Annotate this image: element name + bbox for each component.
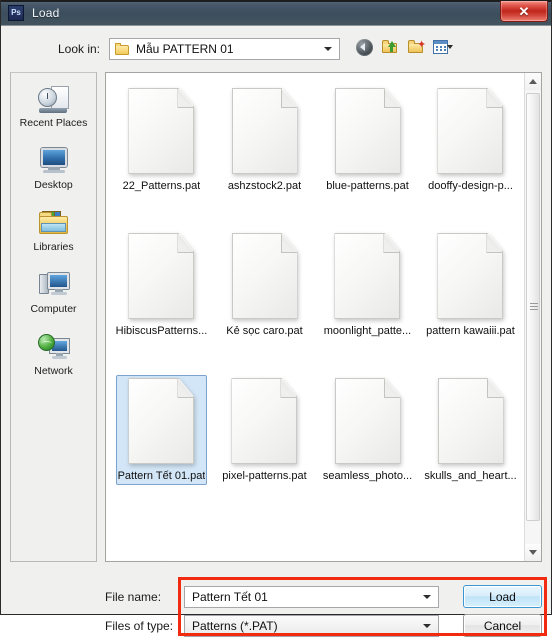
navigation-toolbar: ✦ bbox=[353, 34, 453, 58]
views-button[interactable] bbox=[431, 36, 453, 57]
back-arrow-icon bbox=[356, 38, 373, 56]
file-item-selected[interactable]: Pattern Tết 01.pat bbox=[110, 371, 213, 516]
file-name-label: HibiscusPatterns... bbox=[115, 325, 208, 337]
sidebar-item-recent-places[interactable]: Recent Places bbox=[11, 80, 96, 142]
look-in-value: Mẫu PATTERN 01 bbox=[136, 42, 234, 56]
file-name-label: Kẻ sọc caro.pat bbox=[226, 325, 303, 337]
files-of-type-value: Patterns (*.PAT) bbox=[192, 619, 278, 633]
file-name-label: ashzstock2.pat bbox=[227, 180, 302, 192]
chevron-down-icon[interactable] bbox=[423, 624, 431, 628]
document-file-icon bbox=[437, 378, 504, 464]
libraries-icon bbox=[37, 208, 71, 238]
sidebar-item-label: Recent Places bbox=[19, 117, 88, 129]
up-one-level-button[interactable] bbox=[379, 36, 400, 57]
file-name-label: skulls_and_heart... bbox=[424, 470, 517, 482]
close-icon: ✕ bbox=[518, 3, 530, 19]
file-name-label: pixel-patterns.pat bbox=[222, 470, 307, 482]
sidebar-item-libraries[interactable]: Libraries bbox=[11, 204, 96, 266]
file-name-label: Pattern Tết 01.pat bbox=[117, 470, 206, 482]
chevron-down-icon[interactable] bbox=[423, 595, 431, 599]
document-file-icon bbox=[128, 88, 195, 174]
network-icon bbox=[37, 332, 71, 362]
sidebar-item-label: Desktop bbox=[34, 179, 73, 191]
load-button[interactable]: Load bbox=[463, 585, 542, 608]
file-name-label-static: File name: bbox=[105, 590, 162, 604]
sidebar-item-label: Network bbox=[34, 365, 73, 377]
desktop-icon bbox=[37, 146, 71, 176]
file-item[interactable]: HibiscusPatterns... bbox=[110, 226, 213, 371]
back-button[interactable] bbox=[353, 36, 374, 57]
document-file-icon bbox=[437, 88, 504, 174]
file-item[interactable]: pattern kawaiii.pat bbox=[419, 226, 522, 371]
file-name-value: Pattern Tết 01 bbox=[192, 590, 268, 604]
file-grid: 22_Patterns.pat ashzstock2.pat blue-patt… bbox=[106, 73, 524, 516]
document-file-icon bbox=[437, 233, 504, 319]
document-file-icon bbox=[128, 233, 195, 319]
sidebar-item-desktop[interactable]: Desktop bbox=[11, 142, 96, 204]
file-item[interactable]: skulls_and_heart... bbox=[419, 371, 522, 516]
file-item[interactable]: dooffy-design-p... bbox=[419, 81, 522, 226]
folder-icon bbox=[115, 42, 130, 56]
file-item[interactable]: blue-patterns.pat bbox=[316, 81, 419, 226]
file-item[interactable]: Kẻ sọc caro.pat bbox=[213, 226, 316, 371]
file-item[interactable]: 22_Patterns.pat bbox=[110, 81, 213, 226]
file-name-label: dooffy-design-p... bbox=[428, 180, 513, 192]
scroll-down-button[interactable] bbox=[525, 544, 541, 561]
files-of-type-combobox[interactable]: Patterns (*.PAT) bbox=[184, 615, 439, 637]
sidebar-item-network[interactable]: Network bbox=[11, 328, 96, 390]
document-file-icon bbox=[334, 378, 401, 464]
sidebar-item-label: Computer bbox=[30, 303, 77, 315]
file-name-label: seamless_photo... bbox=[322, 470, 413, 482]
cancel-button[interactable]: Cancel bbox=[463, 614, 542, 637]
look-in-combobox[interactable]: Mẫu PATTERN 01 bbox=[109, 38, 340, 60]
load-file-dialog: Ps Load ✕ Look in: Mẫu PATTERN 01 ✦ Rece… bbox=[0, 0, 552, 637]
document-file-icon bbox=[231, 233, 298, 319]
window-title: Load bbox=[32, 5, 60, 20]
look-in-label: Look in: bbox=[57, 42, 100, 56]
look-in-row: Look in: Mẫu PATTERN 01 bbox=[1, 34, 552, 64]
file-name-label: moonlight_patte... bbox=[323, 325, 412, 337]
dialog-footer: File name: Pattern Tết 01 Files of type:… bbox=[1, 571, 552, 641]
close-button[interactable]: ✕ bbox=[500, 1, 548, 22]
document-file-icon bbox=[231, 88, 298, 174]
file-list-scrollbar[interactable] bbox=[524, 73, 541, 561]
triangle-down-icon bbox=[529, 550, 537, 555]
file-item[interactable]: pixel-patterns.pat bbox=[213, 371, 316, 516]
places-sidebar: Recent Places Desktop Libraries Computer… bbox=[10, 72, 97, 562]
document-file-icon bbox=[334, 88, 401, 174]
file-name-label: 22_Patterns.pat bbox=[122, 180, 201, 192]
document-file-icon bbox=[334, 233, 401, 319]
triangle-up-icon bbox=[529, 79, 537, 84]
computer-icon bbox=[37, 270, 71, 300]
recent-places-icon bbox=[37, 84, 71, 114]
sidebar-item-label: Libraries bbox=[33, 241, 74, 253]
document-file-icon bbox=[128, 378, 195, 464]
file-list-view[interactable]: 22_Patterns.pat ashzstock2.pat blue-patt… bbox=[105, 72, 542, 562]
new-folder-button[interactable]: ✦ bbox=[405, 36, 426, 57]
file-item[interactable]: seamless_photo... bbox=[316, 371, 419, 516]
file-item[interactable]: ashzstock2.pat bbox=[213, 81, 316, 226]
photoshop-ps-icon: Ps bbox=[8, 5, 24, 21]
new-folder-icon: ✦ bbox=[408, 39, 426, 54]
folder-up-arrow-icon bbox=[382, 39, 399, 54]
title-bar[interactable]: Ps Load ✕ bbox=[1, 0, 551, 26]
scroll-up-button[interactable] bbox=[525, 73, 541, 90]
grip-icon bbox=[530, 303, 538, 311]
views-grid-icon bbox=[433, 39, 448, 54]
document-file-icon bbox=[231, 378, 298, 464]
dialog-body: Look in: Mẫu PATTERN 01 ✦ Recent Places … bbox=[1, 26, 552, 637]
files-of-type-label-static: Files of type: bbox=[105, 619, 174, 633]
file-name-input[interactable]: Pattern Tết 01 bbox=[184, 586, 439, 608]
chevron-down-icon[interactable] bbox=[447, 44, 453, 49]
file-name-label: pattern kawaiii.pat bbox=[426, 325, 515, 337]
chevron-down-icon bbox=[324, 47, 332, 51]
file-name-label: blue-patterns.pat bbox=[326, 180, 409, 192]
sidebar-item-computer[interactable]: Computer bbox=[11, 266, 96, 328]
file-item[interactable]: moonlight_patte... bbox=[316, 226, 419, 371]
scrollbar-thumb[interactable] bbox=[526, 93, 540, 521]
